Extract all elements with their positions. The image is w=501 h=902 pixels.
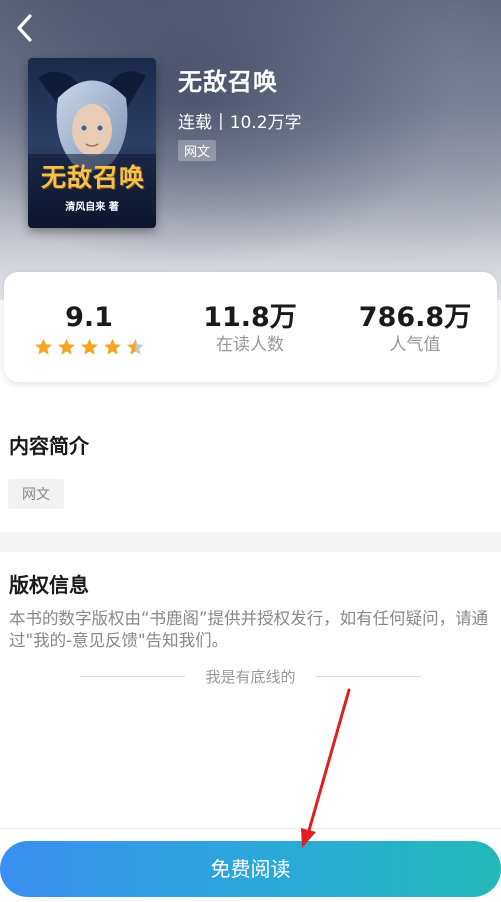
stats-card: 9.1 11.8万 在读人数 786.8万 人气值 — [4, 272, 497, 382]
rating-value: 9.1 — [65, 302, 113, 333]
cover-author-suffix: 著 — [108, 202, 119, 213]
book-cover: 无敌召唤 清风自来 著 — [28, 58, 156, 228]
star-icon — [126, 338, 145, 356]
readers-stat: 11.8万 在读人数 — [175, 302, 325, 356]
book-status: 连载 — [178, 113, 212, 133]
copyright-text: 本书的数字版权由“书鹿阁”提供并授权发行，如有任何疑问，请通过"我的-意见反馈"… — [9, 609, 489, 650]
chevron-left-icon — [17, 14, 32, 42]
readers-label: 在读人数 — [216, 335, 284, 355]
rating-stars — [14, 338, 164, 356]
back-button[interactable] — [8, 8, 42, 48]
copyright-title: 版权信息 — [9, 573, 89, 597]
popularity-stat: 786.8万 人气值 — [340, 302, 490, 356]
book-tag: 网文 — [178, 140, 217, 161]
star-icon — [103, 338, 122, 356]
star-icon — [34, 338, 53, 356]
popularity-label: 人气值 — [389, 335, 441, 355]
cover-title: 无敌召唤 — [40, 163, 145, 192]
meta-separator: | — [218, 110, 224, 131]
intro-title: 内容简介 — [9, 434, 89, 458]
section-divider — [0, 532, 501, 552]
free-read-button[interactable]: 免费阅读 — [0, 841, 501, 897]
intro-tag[interactable]: 网文 — [8, 479, 64, 509]
cover-author: 清风自来 — [65, 202, 106, 213]
star-icon — [80, 338, 99, 356]
end-of-content-note: 我是有底线的 — [205, 668, 296, 686]
book-meta: 连载 | 10.2万字 — [178, 108, 302, 134]
book-title: 无敌召唤 — [178, 68, 278, 96]
star-icon — [57, 338, 76, 356]
rating-stat: 9.1 — [14, 302, 164, 356]
bottom-bar-border — [0, 828, 501, 829]
readers-value: 11.8万 — [203, 302, 297, 333]
popularity-value: 786.8万 — [358, 302, 472, 333]
word-count: 10.2万字 — [229, 113, 302, 133]
